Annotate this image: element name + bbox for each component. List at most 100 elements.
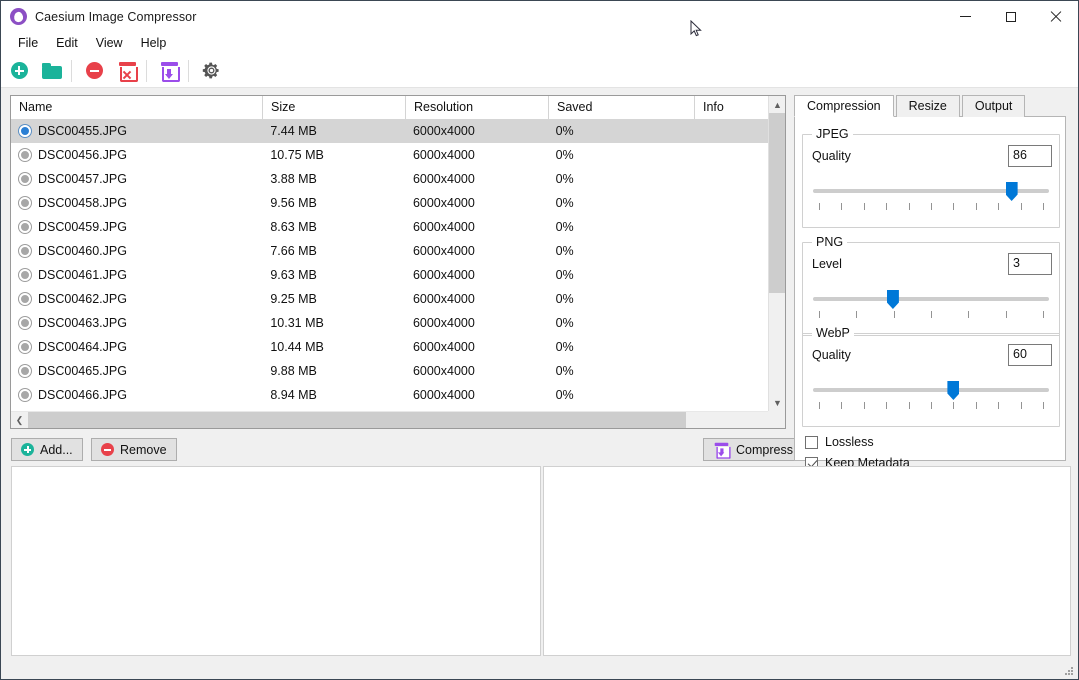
cell-name-label: DSC00466.JPG bbox=[38, 388, 127, 402]
compress-box-icon bbox=[715, 442, 729, 456]
column-header-info[interactable]: Info bbox=[695, 96, 770, 119]
cell-saved: 0% bbox=[548, 292, 694, 306]
menu-edit[interactable]: Edit bbox=[47, 34, 87, 52]
caesium-logo-icon bbox=[10, 8, 27, 25]
close-button[interactable] bbox=[1033, 1, 1078, 32]
cell-size: 3.88 MB bbox=[262, 172, 405, 186]
minimize-button[interactable] bbox=[943, 1, 988, 32]
clear-list-button[interactable] bbox=[112, 56, 142, 86]
slider-ticks bbox=[813, 311, 1049, 319]
table-row[interactable]: DSC00464.JPG10.44 MB6000x40000% bbox=[11, 335, 768, 359]
chevron-up-icon: ^ bbox=[134, 95, 139, 101]
slider-tick bbox=[894, 311, 895, 318]
tab-output[interactable]: Output bbox=[962, 95, 1026, 117]
table-row[interactable]: DSC00463.JPG10.31 MB6000x40000% bbox=[11, 311, 768, 335]
add-folder-button[interactable] bbox=[37, 56, 67, 86]
scroll-up-button[interactable]: ▲ bbox=[769, 96, 786, 113]
compressed-preview-pane[interactable] bbox=[543, 466, 1071, 656]
add-button-label: Add... bbox=[40, 443, 73, 457]
slider-handle[interactable] bbox=[947, 381, 959, 400]
menu-file[interactable]: File bbox=[9, 34, 47, 52]
file-list-header: Name ^ Size Resolution Saved Info bbox=[11, 96, 785, 119]
webp-group: WebP Quality 60 bbox=[802, 333, 1060, 427]
slider-tick bbox=[998, 203, 999, 210]
cell-saved: 0% bbox=[548, 316, 694, 330]
table-row[interactable]: DSC00455.JPG7.44 MB6000x40000% bbox=[11, 119, 768, 143]
settings-button[interactable] bbox=[196, 56, 226, 86]
file-list[interactable]: Name ^ Size Resolution Saved Info DSC004… bbox=[10, 95, 786, 429]
column-header-size[interactable]: Size bbox=[263, 96, 406, 119]
circle-minus-icon bbox=[101, 443, 114, 456]
toolbar-separator-2 bbox=[146, 60, 147, 82]
table-row[interactable]: DSC00460.JPG7.66 MB6000x40000% bbox=[11, 239, 768, 263]
png-level-slider[interactable] bbox=[813, 291, 1049, 321]
table-row[interactable]: DSC00456.JPG10.75 MB6000x40000% bbox=[11, 143, 768, 167]
remove-files-button[interactable] bbox=[79, 56, 109, 86]
vertical-scrollbar-thumb[interactable] bbox=[769, 113, 786, 293]
slider-tick bbox=[841, 402, 842, 409]
add-files-button[interactable] bbox=[4, 56, 34, 86]
remove-button[interactable]: Remove bbox=[91, 438, 177, 461]
webp-quality-slider[interactable] bbox=[813, 382, 1049, 412]
slider-ticks bbox=[813, 203, 1049, 211]
cell-name-label: DSC00464.JPG bbox=[38, 340, 127, 354]
webp-quality-input[interactable]: 60 bbox=[1008, 344, 1052, 366]
table-row[interactable]: DSC00459.JPG8.63 MB6000x40000% bbox=[11, 215, 768, 239]
original-preview-pane[interactable] bbox=[11, 466, 541, 656]
cell-name: DSC00460.JPG bbox=[11, 244, 262, 258]
slider-handle[interactable] bbox=[1006, 182, 1018, 201]
column-header-saved[interactable]: Saved bbox=[549, 96, 695, 119]
cell-size: 9.88 MB bbox=[262, 364, 405, 378]
cell-name-label: DSC00462.JPG bbox=[38, 292, 127, 306]
table-row[interactable]: DSC00465.JPG9.88 MB6000x40000% bbox=[11, 359, 768, 383]
toolbar-compress-button[interactable] bbox=[154, 56, 184, 86]
slider-track bbox=[813, 297, 1049, 301]
compress-button[interactable]: Compress bbox=[703, 438, 803, 461]
slider-tick bbox=[1021, 402, 1022, 409]
slider-handle[interactable] bbox=[887, 290, 899, 309]
horizontal-scrollbar[interactable]: ❮ ❯ bbox=[11, 411, 785, 428]
table-row[interactable]: DSC00458.JPG9.56 MB6000x40000% bbox=[11, 191, 768, 215]
file-status-icon bbox=[19, 341, 31, 353]
table-row[interactable]: DSC00457.JPG3.88 MB6000x40000% bbox=[11, 167, 768, 191]
column-header-resolution[interactable]: Resolution bbox=[406, 96, 549, 119]
menu-view[interactable]: View bbox=[87, 34, 132, 52]
scroll-left-button[interactable]: ❮ bbox=[11, 412, 28, 429]
cell-size: 9.56 MB bbox=[262, 196, 405, 210]
cell-name-label: DSC00457.JPG bbox=[38, 172, 127, 186]
jpeg-quality-input[interactable]: 86 bbox=[1008, 145, 1052, 167]
lossless-checkbox[interactable] bbox=[805, 436, 818, 449]
cell-resolution: 6000x4000 bbox=[405, 244, 548, 258]
slider-tick bbox=[953, 402, 954, 409]
cell-resolution: 6000x4000 bbox=[405, 268, 548, 282]
cell-name: DSC00456.JPG bbox=[11, 148, 262, 162]
file-status-icon bbox=[19, 245, 31, 257]
cell-saved: 0% bbox=[548, 244, 694, 258]
lossless-checkbox-row[interactable]: Lossless bbox=[805, 435, 874, 449]
column-header-name[interactable]: Name ^ bbox=[11, 96, 263, 119]
title-bar: Caesium Image Compressor bbox=[1, 1, 1078, 32]
cell-size: 9.25 MB bbox=[262, 292, 405, 306]
scroll-down-button[interactable]: ▼ bbox=[769, 394, 786, 411]
resize-grip-icon[interactable] bbox=[1064, 666, 1074, 676]
menu-help[interactable]: Help bbox=[132, 34, 176, 52]
table-row[interactable]: DSC00466.JPG8.94 MB6000x40000% bbox=[11, 383, 768, 407]
compression-tab-pane: JPEG Quality 86 PNG Level 3 bbox=[794, 116, 1066, 461]
tab-resize[interactable]: Resize bbox=[896, 95, 960, 117]
cell-name: DSC00462.JPG bbox=[11, 292, 262, 306]
circle-plus-icon bbox=[21, 443, 34, 456]
table-row[interactable]: DSC00461.JPG9.63 MB6000x40000% bbox=[11, 263, 768, 287]
tab-compression[interactable]: Compression bbox=[794, 95, 894, 117]
png-group: PNG Level 3 bbox=[802, 242, 1060, 336]
jpeg-quality-slider[interactable] bbox=[813, 183, 1049, 213]
table-row[interactable]: DSC00462.JPG9.25 MB6000x40000% bbox=[11, 287, 768, 311]
cell-saved: 0% bbox=[548, 124, 694, 138]
png-level-input[interactable]: 3 bbox=[1008, 253, 1052, 275]
horizontal-scrollbar-thumb[interactable] bbox=[28, 412, 686, 429]
compress-button-label: Compress bbox=[736, 443, 793, 457]
slider-tick bbox=[968, 311, 969, 318]
add-button[interactable]: Add... bbox=[11, 438, 83, 461]
maximize-button[interactable] bbox=[988, 1, 1033, 32]
vertical-scrollbar[interactable]: ▲ ▼ bbox=[768, 96, 785, 411]
slider-tick bbox=[856, 311, 857, 318]
